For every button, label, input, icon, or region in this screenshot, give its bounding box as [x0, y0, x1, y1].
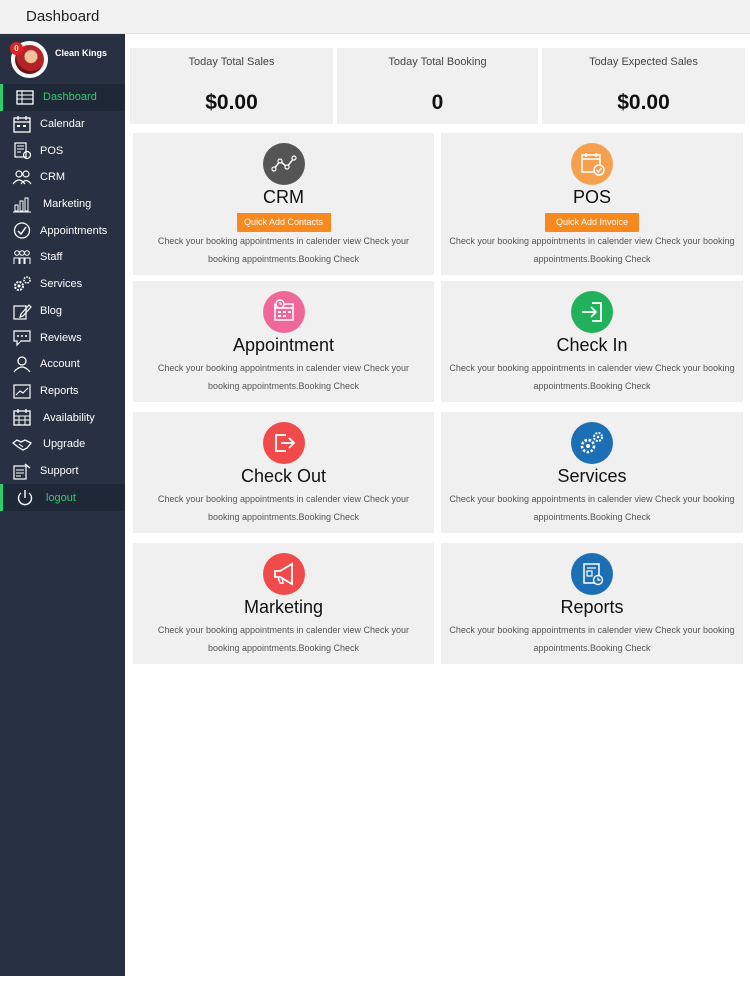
- staff-icon: [12, 248, 32, 267]
- stat-value: $0.00: [205, 91, 258, 114]
- sidebar-item-label: Reports: [40, 384, 79, 397]
- sidebar-item-marketing[interactable]: Marketing: [0, 191, 125, 218]
- sidebar-item-label: Staff: [40, 251, 63, 264]
- bar-chart-icon: [12, 195, 32, 214]
- sidebar-item-staff[interactable]: Staff: [0, 244, 125, 271]
- sidebar-item-label: Blog: [40, 304, 63, 317]
- card-title: Services: [557, 466, 627, 486]
- card-title: Appointment: [232, 335, 335, 355]
- notification-badge: 0: [10, 42, 23, 55]
- card-title: Check In: [556, 335, 628, 355]
- sidebar-item-label: CRM: [40, 171, 66, 184]
- sidebar-item-label: Reviews: [40, 331, 82, 344]
- page-title: Dashboard: [26, 8, 100, 25]
- calendar-clock-icon: [262, 291, 305, 333]
- sidebar-item-label: Dashboard: [43, 91, 97, 104]
- sidebar-menu: Dashboard Calendar POS CRM Marketing App…: [0, 84, 125, 511]
- stat-total-sales: Today Total Sales $0.00: [130, 48, 333, 124]
- chat-icon: [12, 328, 32, 347]
- sidebar-item-reviews[interactable]: Reviews: [0, 324, 125, 351]
- edit-icon: [12, 302, 32, 321]
- sidebar-item-label: logout: [46, 491, 76, 504]
- sign-out-icon: [262, 422, 305, 464]
- card-appointment[interactable]: Appointment Check your booking appointme…: [133, 281, 434, 402]
- line-chart-icon: [12, 382, 32, 401]
- sidebar-item-label: Account: [40, 358, 80, 371]
- card-check-out[interactable]: Check Out Check your booking appointment…: [133, 412, 434, 533]
- quick-add-invoice-button[interactable]: Quick Add Invoice: [545, 213, 639, 232]
- card-reports[interactable]: Reports Check your booking appointments …: [441, 543, 743, 664]
- sidebar-item-upgrade[interactable]: Upgrade: [0, 431, 125, 458]
- sidebar-item-dashboard[interactable]: Dashboard: [0, 84, 125, 111]
- card-check-in[interactable]: Check In Check your booking appointments…: [441, 281, 743, 402]
- card-marketing[interactable]: Marketing Check your booking appointment…: [133, 543, 434, 664]
- support-icon: [12, 462, 32, 481]
- card-title: Marketing: [243, 597, 324, 617]
- users-icon: [12, 168, 32, 187]
- card-description: Check your booking appointments in calen…: [449, 236, 735, 264]
- stat-expected-sales: Today Expected Sales $0.00: [542, 48, 745, 124]
- report-icon: [571, 553, 613, 595]
- sidebar: 0 Clean Kings Dashboard Calendar POS CRM…: [0, 34, 125, 976]
- power-icon: [15, 488, 35, 507]
- card-pos[interactable]: POS Quick Add Invoice Check your booking…: [441, 133, 743, 275]
- sidebar-item-label: Support: [40, 464, 79, 477]
- card-title: CRM: [263, 187, 304, 207]
- stat-label: Today Expected Sales: [589, 56, 698, 68]
- sidebar-item-reports[interactable]: Reports: [0, 378, 125, 405]
- sidebar-item-label: POS: [40, 144, 64, 157]
- sidebar-item-logout[interactable]: logout: [0, 484, 125, 511]
- card-description: Check your booking appointments in calen…: [157, 363, 410, 391]
- sidebar-item-calendar[interactable]: Calendar: [0, 111, 125, 138]
- calendar-grid-icon: [12, 408, 32, 427]
- calendar-check-icon: [571, 143, 613, 185]
- card-title: Reports: [560, 597, 624, 617]
- network-icon: [262, 143, 305, 185]
- sidebar-item-label: Marketing: [43, 198, 92, 211]
- megaphone-icon: [262, 553, 305, 595]
- handshake-icon: [12, 435, 32, 454]
- gears-icon: [571, 422, 613, 464]
- sign-in-icon: [571, 291, 613, 333]
- sidebar-item-label: Upgrade: [43, 438, 86, 451]
- card-description: Check your booking appointments in calen…: [157, 625, 410, 653]
- card-description: Check your booking appointments in calen…: [449, 494, 735, 522]
- sidebar-item-blog[interactable]: Blog: [0, 298, 125, 325]
- card-description: Check your booking appointments in calen…: [157, 494, 410, 522]
- stat-value: 0: [431, 91, 444, 114]
- sidebar-item-pos[interactable]: POS: [0, 137, 125, 164]
- sidebar-item-label: Availability: [43, 411, 95, 424]
- pos-icon: [12, 141, 32, 160]
- sidebar-item-label: Appointments: [40, 224, 108, 237]
- sidebar-item-availability[interactable]: Availability: [0, 404, 125, 431]
- stat-value: $0.00: [617, 91, 670, 114]
- top-bar: Dashboard: [0, 0, 750, 34]
- card-description: Check your booking appointments in calen…: [449, 363, 735, 391]
- sidebar-item-appointments[interactable]: Appointments: [0, 217, 125, 244]
- stat-label: Today Total Sales: [188, 56, 275, 68]
- user-icon: [12, 355, 32, 374]
- card-title: POS: [572, 187, 611, 207]
- card-crm[interactable]: CRM Quick Add Contacts Check your bookin…: [133, 133, 434, 275]
- profile[interactable]: 0 Clean Kings: [0, 34, 125, 84]
- card-title: Check Out: [240, 466, 327, 486]
- card-description: Check your booking appointments in calen…: [449, 625, 735, 653]
- calendar-icon: [12, 115, 32, 134]
- sidebar-item-support[interactable]: Support: [0, 458, 125, 485]
- stat-total-booking: Today Total Booking 0: [337, 48, 538, 124]
- card-description: Check your booking appointments in calen…: [157, 236, 410, 264]
- check-circle-icon: [12, 221, 32, 240]
- sidebar-item-label: Calendar: [40, 118, 85, 131]
- profile-name: Clean Kings: [55, 48, 108, 58]
- sidebar-item-services[interactable]: Services: [0, 271, 125, 298]
- sidebar-item-label: Services: [40, 278, 83, 291]
- card-services[interactable]: Services Check your booking appointments…: [441, 412, 743, 533]
- sidebar-item-crm[interactable]: CRM: [0, 164, 125, 191]
- table-icon: [15, 88, 35, 107]
- quick-add-contacts-button[interactable]: Quick Add Contacts: [236, 213, 331, 232]
- sidebar-item-account[interactable]: Account: [0, 351, 125, 378]
- gears-icon: [12, 275, 32, 294]
- stat-label: Today Total Booking: [388, 56, 487, 68]
